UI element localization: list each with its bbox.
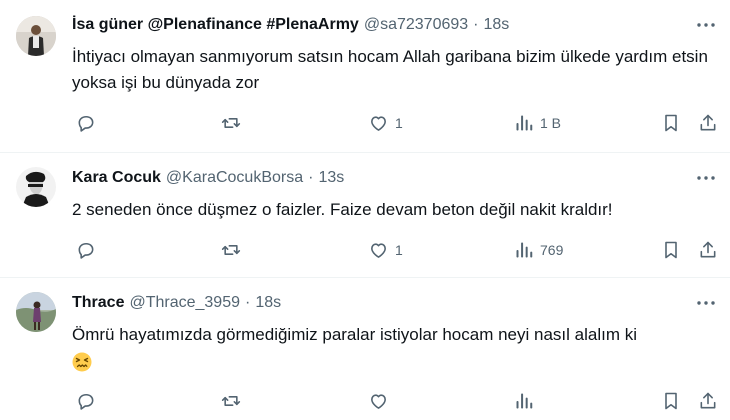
more-icon[interactable]	[694, 167, 718, 189]
avatar-image	[16, 292, 56, 332]
share-icon	[700, 241, 716, 258]
share-button[interactable]	[698, 110, 718, 136]
tweet-text: 2 seneden önce düşmez o faizler. Faize d…	[72, 200, 613, 219]
reply-button[interactable]	[76, 388, 102, 414]
repost-icon	[221, 118, 241, 128]
reply-icon	[78, 242, 94, 259]
tweet-text: İhtiyacı olmayan sanmıyorum satsın hocam…	[72, 47, 708, 92]
tweet-1[interactable]: İsa güner @Plenafinance #PlenaArmy @sa72…	[0, 0, 730, 152]
timestamp[interactable]: 18s	[483, 16, 509, 34]
views-icon	[516, 393, 533, 409]
action-bar: 1 1 B	[72, 110, 724, 136]
user-handle[interactable]: @sa72370693	[364, 16, 468, 34]
bookmark-button[interactable]	[662, 388, 680, 414]
display-name[interactable]: İsa güner @Plenafinance #PlenaArmy	[72, 16, 359, 34]
view-count: 1 B	[540, 115, 562, 131]
separator-dot: ·	[473, 16, 479, 33]
bookmark-icon	[665, 241, 677, 259]
tweet-3[interactable]: Thrace @Thrace_3959 · 18s Ömrü hayatımız…	[0, 278, 730, 420]
reply-button[interactable]	[76, 110, 102, 136]
more-icon[interactable]	[694, 14, 718, 36]
like-count: 1	[395, 242, 403, 258]
avatar[interactable]	[16, 292, 56, 332]
confounded-face-emoji	[72, 352, 92, 372]
share-icon	[700, 392, 716, 409]
share-icon	[700, 114, 716, 131]
like-button[interactable]	[368, 388, 395, 414]
avatar-image	[16, 16, 56, 56]
user-handle[interactable]: @Thrace_3959	[129, 294, 240, 312]
view-count: 769	[540, 242, 564, 258]
views-button[interactable]	[514, 388, 540, 414]
reply-icon	[78, 115, 94, 132]
share-button[interactable]	[698, 237, 718, 263]
repost-button[interactable]	[220, 388, 248, 414]
bookmark-button[interactable]	[662, 237, 680, 263]
avatar-image	[16, 167, 56, 207]
views-icon	[516, 115, 533, 131]
tweet-2[interactable]: Kara Cocuk @KaraCocukBorsa · 13s 2 sened…	[0, 153, 730, 277]
timestamp[interactable]: 13s	[318, 169, 344, 187]
timestamp[interactable]: 18s	[255, 294, 281, 312]
like-button[interactable]: 1	[368, 237, 403, 263]
like-icon	[371, 243, 386, 258]
views-button[interactable]: 1 B	[514, 110, 561, 136]
views-button[interactable]: 769	[514, 237, 563, 263]
tweet-header: İsa güner @Plenafinance #PlenaArmy @sa72…	[72, 14, 670, 36]
bookmark-icon	[665, 392, 677, 410]
tweet-text: Ömrü hayatımızda görmediğimiz paralar is…	[72, 322, 712, 380]
bookmark-icon	[665, 114, 677, 132]
separator-dot: ·	[308, 169, 314, 186]
action-bar	[72, 388, 724, 414]
repost-icon	[221, 245, 241, 255]
like-icon	[371, 394, 386, 409]
action-bar: 1 769	[72, 237, 724, 263]
like-count: 1	[395, 115, 403, 131]
tweet-header: Kara Cocuk @KaraCocukBorsa · 13s	[72, 167, 670, 189]
bookmark-button[interactable]	[662, 110, 680, 136]
avatar[interactable]	[16, 16, 56, 56]
display-name[interactable]: Kara Cocuk	[72, 169, 161, 187]
avatar[interactable]	[16, 167, 56, 207]
tweet-text-content: Ömrü hayatımızda görmediğimiz paralar is…	[72, 325, 637, 344]
separator-dot: ·	[245, 294, 251, 311]
views-icon	[516, 242, 533, 258]
like-button[interactable]: 1	[368, 110, 403, 136]
reply-button[interactable]	[76, 237, 102, 263]
display-name[interactable]: Thrace	[72, 294, 124, 312]
reply-icon	[78, 393, 94, 410]
repost-button[interactable]	[220, 110, 248, 136]
share-button[interactable]	[698, 388, 718, 414]
repost-button[interactable]	[220, 237, 248, 263]
like-icon	[371, 116, 386, 131]
tweet-header: Thrace @Thrace_3959 · 18s	[72, 292, 670, 314]
user-handle[interactable]: @KaraCocukBorsa	[166, 169, 303, 187]
more-icon[interactable]	[694, 292, 718, 314]
repost-icon	[221, 396, 241, 406]
